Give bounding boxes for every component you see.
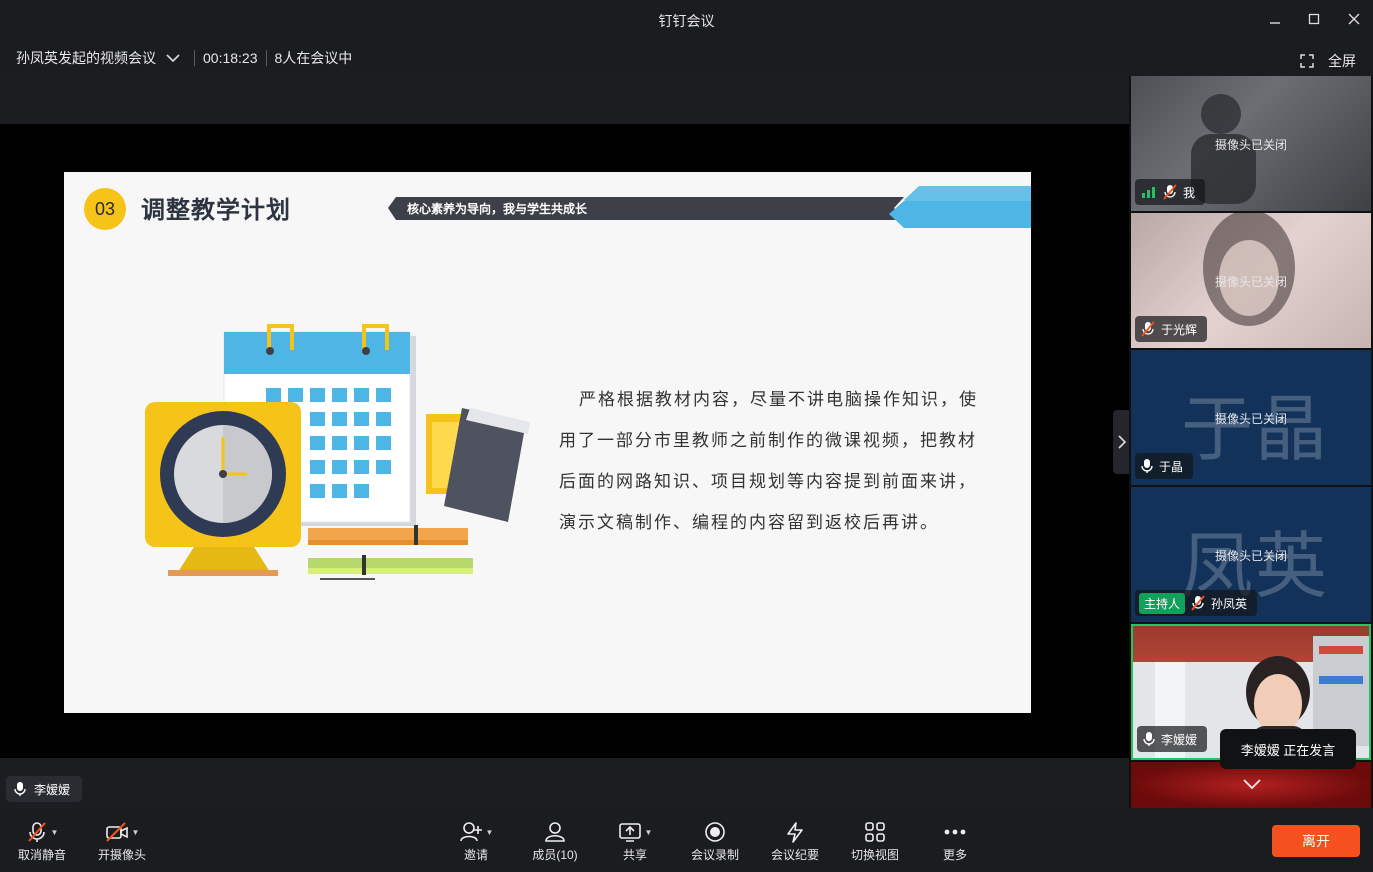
speaking-tooltip: 李嫒嫒 正在发言 xyxy=(1220,729,1356,769)
slide-number: 03 xyxy=(84,188,126,230)
microphone-icon xyxy=(1141,459,1153,473)
meeting-dropdown-button[interactable] xyxy=(166,53,180,63)
maximize-icon xyxy=(1308,13,1320,25)
close-button[interactable] xyxy=(1341,8,1367,30)
participant-tile[interactable]: 凤英 摄像头已关闭 主持人 孙凤英 xyxy=(1131,487,1371,622)
bottom-toolbar: ▼ 取消静音 ▼ 开摄像头 ▼ 邀请 成员(10) ▼ 共享 会议录制 会议纪要… xyxy=(0,808,1373,872)
participant-tile[interactable]: 摄像头已关闭 我 xyxy=(1131,76,1371,211)
camera-label: 开摄像头 xyxy=(97,848,146,862)
record-label: 会议录制 xyxy=(690,848,739,862)
record-icon xyxy=(705,822,725,842)
participant-sidebar: 摄像头已关闭 我 摄像头已关闭 于光辉 于晶 摄像头已关闭 于晶 凤英 摄像头已… xyxy=(1129,76,1373,808)
invite-label: 邀请 xyxy=(463,848,488,862)
active-speaker-name: 李嫒嫒 xyxy=(34,782,71,797)
fullscreen-icon xyxy=(1300,54,1314,68)
switch-view-button[interactable]: 切换视图 xyxy=(835,818,915,870)
camera-off-icon xyxy=(105,822,128,842)
divider xyxy=(265,50,267,66)
microphone-icon xyxy=(1143,732,1155,746)
window-title: 钉钉会议 xyxy=(658,13,715,29)
minimize-button[interactable] xyxy=(1262,8,1288,30)
host-badge: 主持人 xyxy=(1139,592,1186,614)
invite-button[interactable]: ▼ 邀请 xyxy=(436,818,516,870)
add-person-icon xyxy=(459,822,482,842)
screen-share-icon xyxy=(618,823,641,842)
chevron-right-icon xyxy=(1118,435,1127,449)
participants-count: 8人在会议中 xyxy=(274,50,353,66)
title-bar: 钉钉会议 xyxy=(0,0,1373,38)
camera-button[interactable]: ▼ 开摄像头 xyxy=(82,818,162,870)
mic-muted-icon xyxy=(1141,321,1155,337)
mic-muted-icon xyxy=(27,822,46,842)
switch-view-label: 切换视图 xyxy=(850,848,899,862)
fullscreen-button[interactable]: 全屏 xyxy=(1300,51,1356,71)
minimize-icon xyxy=(1270,22,1280,24)
chevron-down-icon xyxy=(166,54,180,63)
lightning-icon xyxy=(787,822,803,843)
slide-body-text: 严格根据教材内容，尽量不讲电脑操作知识，使用了一部分市里教师之前制作的微课视频，… xyxy=(559,390,978,533)
scroll-down-icon xyxy=(1243,779,1261,790)
more-button[interactable]: 更多 xyxy=(915,818,995,870)
participant-name-chip: 于光辉 xyxy=(1135,316,1208,342)
participant-name: 李嫒嫒 xyxy=(1161,732,1198,747)
participant-tile[interactable]: 于晶 摄像头已关闭 于晶 xyxy=(1131,350,1371,485)
minutes-label: 会议纪要 xyxy=(770,848,819,862)
participant-name: 我 xyxy=(1183,185,1196,200)
record-button[interactable]: 会议录制 xyxy=(675,818,755,870)
participant-name: 于光辉 xyxy=(1161,322,1198,337)
minutes-button[interactable]: 会议纪要 xyxy=(755,818,835,870)
participant-name-chip: 主持人 孙凤英 xyxy=(1135,590,1258,616)
participant-name-chip: 于晶 xyxy=(1135,453,1194,479)
maximize-button[interactable] xyxy=(1301,8,1327,30)
signal-strength-icon xyxy=(1142,187,1155,198)
microphone-icon xyxy=(14,782,26,796)
more-dots-icon xyxy=(944,829,966,835)
participant-name: 孙凤英 xyxy=(1211,596,1248,611)
mic-muted-icon xyxy=(1163,184,1177,200)
members-icon xyxy=(545,822,565,842)
meeting-name: 孙凤英发起的视频会议 xyxy=(16,50,156,66)
unmute-button[interactable]: ▼ 取消静音 xyxy=(2,818,82,870)
camera-off-label: 摄像头已关闭 xyxy=(1214,412,1287,426)
more-label: 更多 xyxy=(942,848,967,862)
calendar-clock-illustration xyxy=(145,324,530,580)
slide-banner-text: 核心素养为导向，我与学生共成长 xyxy=(407,202,588,216)
close-icon xyxy=(1348,13,1360,25)
shared-slide: 03 调整教学计划 核心素养为导向，我与学生共成长 严格根据教材内容，尽量不讲电… xyxy=(64,172,1031,713)
grid-view-icon xyxy=(865,822,885,842)
divider xyxy=(194,50,195,66)
camera-off-label: 摄像头已关闭 xyxy=(1214,549,1287,563)
participant-name: 于晶 xyxy=(1159,459,1184,474)
mic-muted-icon xyxy=(1191,595,1205,611)
meeting-duration: 00:18:23 xyxy=(203,50,258,66)
members-button[interactable]: 成员(10) xyxy=(515,818,595,870)
share-label: 共享 xyxy=(622,848,647,862)
participant-name-chip: 李嫒嫒 xyxy=(1137,726,1208,752)
unmute-label: 取消静音 xyxy=(17,848,66,862)
active-speaker-chip: 李嫒嫒 xyxy=(6,776,83,802)
meeting-info-bar: 孙凤英发起的视频会议 00:18:23 8人在会议中 全屏 xyxy=(0,38,1373,78)
camera-off-label: 摄像头已关闭 xyxy=(1214,275,1287,289)
participant-tile[interactable]: 摄像头已关闭 于光辉 xyxy=(1131,213,1371,348)
slide-title: 调整教学计划 xyxy=(141,197,291,224)
participant-name-chip: 我 xyxy=(1135,179,1206,205)
share-button[interactable]: ▼ 共享 xyxy=(595,818,675,870)
fullscreen-label: 全屏 xyxy=(1328,53,1356,69)
members-label: 成员(10) xyxy=(532,848,578,862)
camera-off-label: 摄像头已关闭 xyxy=(1214,138,1287,152)
leave-button[interactable]: 离开 xyxy=(1272,825,1360,857)
